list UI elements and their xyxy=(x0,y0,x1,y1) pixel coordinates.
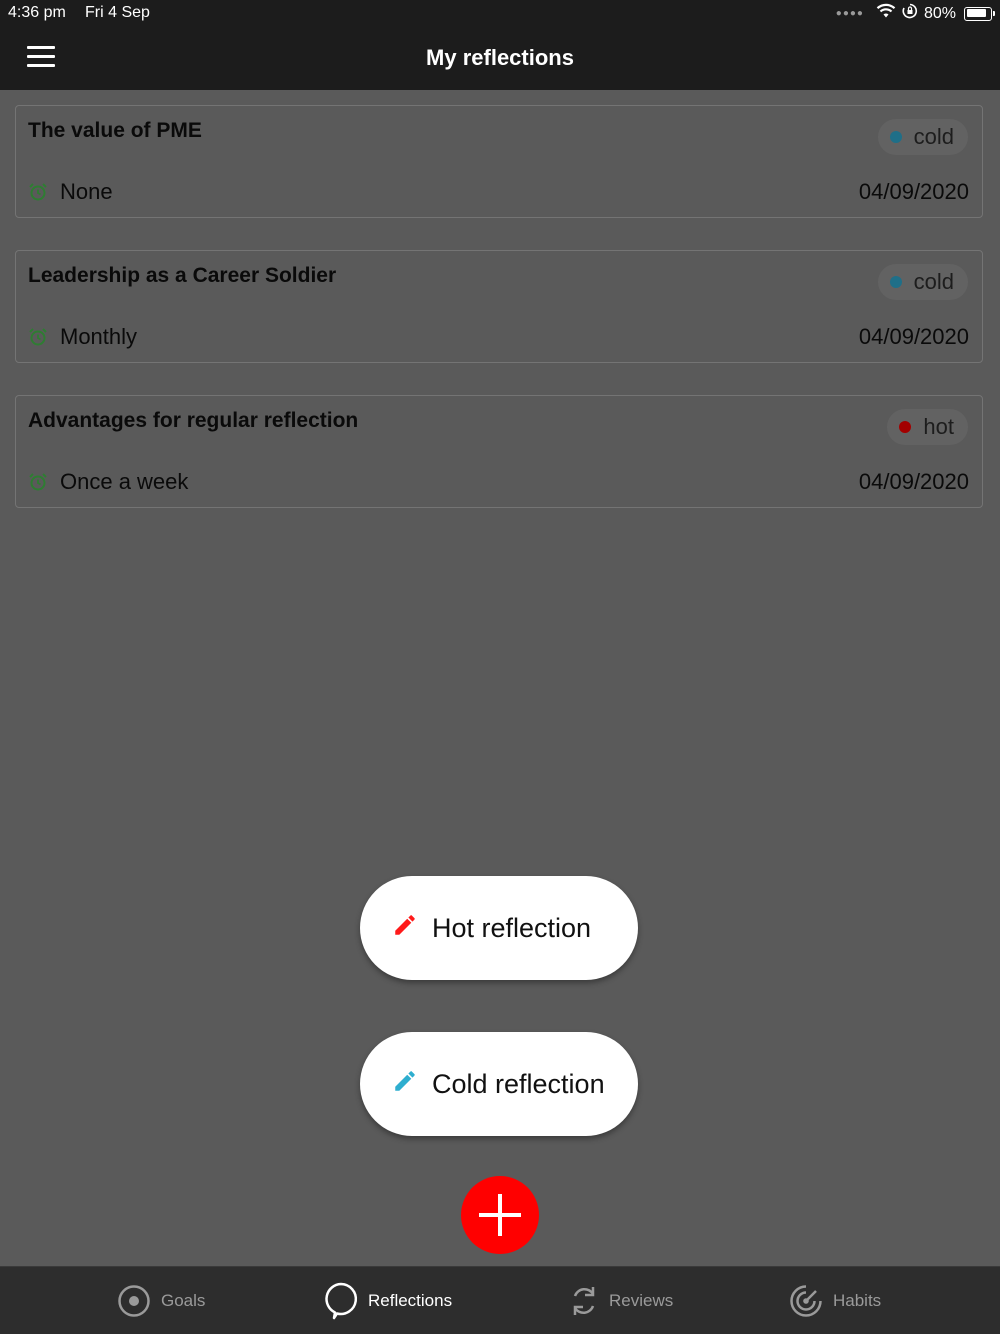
reflection-frequency: Monthly xyxy=(28,324,137,350)
tab-label: Habits xyxy=(833,1291,882,1310)
reflection-date: 04/09/2020 xyxy=(858,179,969,204)
battery-icon xyxy=(964,6,995,21)
pencil-icon xyxy=(392,1068,418,1101)
cold-reflection-label: Cold reflection xyxy=(432,1068,605,1099)
orientation-lock-icon xyxy=(902,3,918,24)
bottom-tab-bar: Goals Reflections Reviews Habits xyxy=(0,1266,1000,1334)
battery-percent: 80% xyxy=(923,4,956,22)
alarm-clock-icon xyxy=(28,182,48,202)
alarm-clock-icon xyxy=(28,472,48,492)
reflection-card[interactable]: Leadership as a Career Soldier cold Mont… xyxy=(15,250,983,363)
page-title: My reflections xyxy=(426,45,574,70)
reflection-title: Advantages for regular reflection xyxy=(28,409,359,432)
hot-reflection-label: Hot reflection xyxy=(432,912,592,943)
reflection-type-label: cold xyxy=(913,269,954,294)
status-date: Fri 4 Sep xyxy=(85,4,150,21)
target-icon xyxy=(117,1284,151,1318)
cold-reflection-button[interactable]: Cold reflection xyxy=(360,1032,638,1136)
reflection-type-label: hot xyxy=(923,414,954,439)
app-header: My reflections xyxy=(0,26,1000,90)
reflection-type-badge: cold xyxy=(877,119,968,155)
reflection-card[interactable]: The value of PME cold None 04/09/2020 xyxy=(15,105,983,218)
reflection-card[interactable]: Advantages for regular reflection hot On… xyxy=(15,395,983,508)
tab-reviews[interactable]: Reviews xyxy=(569,1267,673,1334)
add-reflection-button[interactable] xyxy=(461,1176,539,1254)
pencil-icon xyxy=(392,912,418,945)
tab-habits[interactable]: Habits xyxy=(789,1267,881,1334)
reflection-frequency: Once a week xyxy=(28,469,188,495)
reflection-title: The value of PME xyxy=(28,119,202,142)
tab-label: Goals xyxy=(161,1291,206,1310)
cellular-signal-icon: ●●●● xyxy=(835,8,864,19)
tab-reflections[interactable]: Reflections xyxy=(324,1267,452,1334)
frequency-label: Monthly xyxy=(60,324,138,349)
reflection-date: 04/09/2020 xyxy=(858,324,969,349)
refresh-icon xyxy=(569,1284,599,1318)
radar-icon xyxy=(789,1284,823,1318)
reflection-date: 04/09/2020 xyxy=(858,469,969,494)
frequency-label: None xyxy=(60,179,113,204)
status-time: 4:36 pm xyxy=(8,4,66,21)
tab-goals[interactable]: Goals xyxy=(117,1267,205,1334)
cold-dot-icon xyxy=(889,131,902,143)
alarm-clock-icon xyxy=(28,327,48,347)
reflection-type-badge: hot xyxy=(887,409,968,445)
reflection-type-badge: cold xyxy=(877,264,968,300)
speech-bubble-icon xyxy=(324,1282,358,1320)
hot-dot-icon xyxy=(899,421,912,433)
frequency-label: Once a week xyxy=(60,469,189,494)
status-bar: 4:36 pm Fri 4 Sep ●●●● 80% xyxy=(0,0,1000,26)
wifi-icon xyxy=(876,3,896,24)
tab-label: Reviews xyxy=(609,1291,674,1310)
tab-label: Reflections xyxy=(368,1291,453,1310)
hot-reflection-button[interactable]: Hot reflection xyxy=(360,876,638,980)
reflection-title: Leadership as a Career Soldier xyxy=(28,264,337,287)
cold-dot-icon xyxy=(889,276,902,288)
status-indicators: ●●●● 80% xyxy=(835,3,995,24)
reflection-type-label: cold xyxy=(913,124,954,149)
reflection-frequency: None xyxy=(28,179,113,205)
